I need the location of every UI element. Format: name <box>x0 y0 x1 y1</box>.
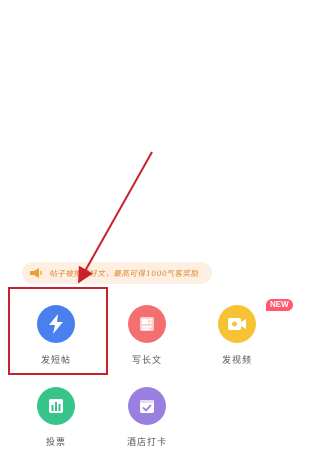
hotel-checkin-button[interactable]: 酒店打卡 <box>107 387 187 448</box>
article-icon <box>140 317 154 331</box>
post-video-icon-circle <box>218 305 256 343</box>
post-video-button[interactable]: NEW 发视频 <box>197 299 293 366</box>
post-video-icon-wrap: NEW <box>218 299 293 343</box>
vote-icon-circle <box>37 387 75 425</box>
megaphone-icon <box>30 268 42 278</box>
hotel-checkin-icon-circle <box>128 387 166 425</box>
post-video-label: 发视频 <box>221 356 252 366</box>
video-camera-icon <box>228 318 246 330</box>
write-article-icon-circle <box>128 305 166 343</box>
tip-banner: 帖子被推荐好文，最高可得1000气客奖励 <box>22 262 212 284</box>
hotel-checkin-label: 酒店打卡 <box>126 438 167 448</box>
checkin-icon <box>140 400 154 413</box>
vote-label: 投票 <box>45 438 66 448</box>
write-article-label: 写长文 <box>131 356 162 366</box>
write-article-button[interactable]: 写长文 <box>107 305 187 366</box>
tip-text: 帖子被推荐好文，最高可得1000气客奖励 <box>49 268 200 278</box>
annotation-highlight-box <box>8 287 108 375</box>
compose-menu-screen: 帖子被推荐好文，最高可得1000气客奖励 发短帖 写长文 NEW 发视频 投票 … <box>0 0 294 458</box>
new-badge: NEW <box>266 299 293 311</box>
bar-chart-icon <box>49 399 63 413</box>
vote-button[interactable]: 投票 <box>16 387 96 448</box>
